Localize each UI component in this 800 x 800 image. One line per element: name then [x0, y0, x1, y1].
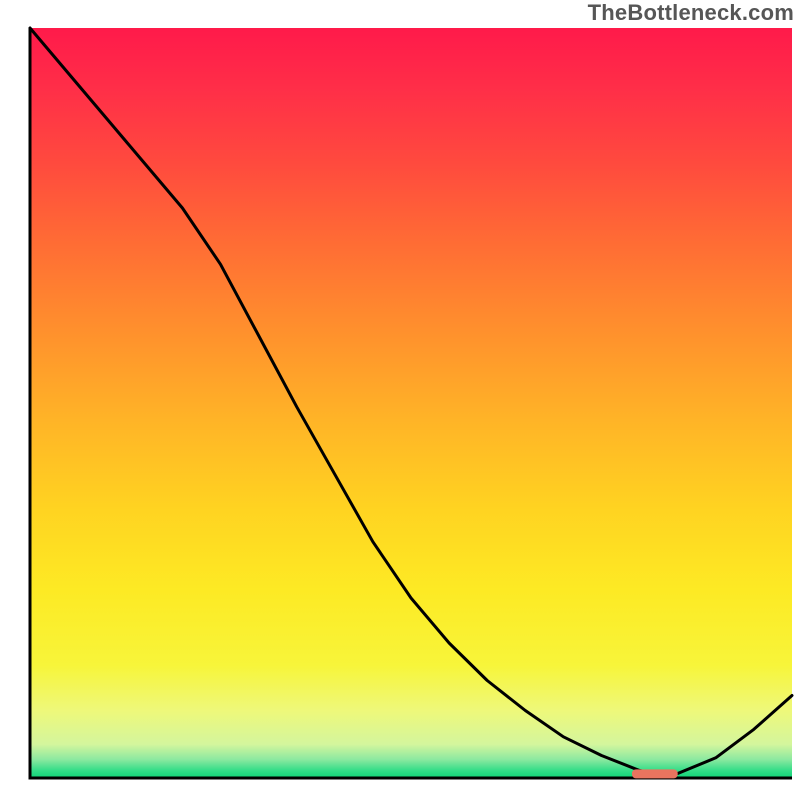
plot-background	[30, 28, 792, 778]
optimal-marker	[632, 769, 678, 778]
attribution-text: TheBottleneck.com	[588, 0, 794, 26]
bottleneck-chart	[0, 0, 800, 800]
chart-container: TheBottleneck.com	[0, 0, 800, 800]
